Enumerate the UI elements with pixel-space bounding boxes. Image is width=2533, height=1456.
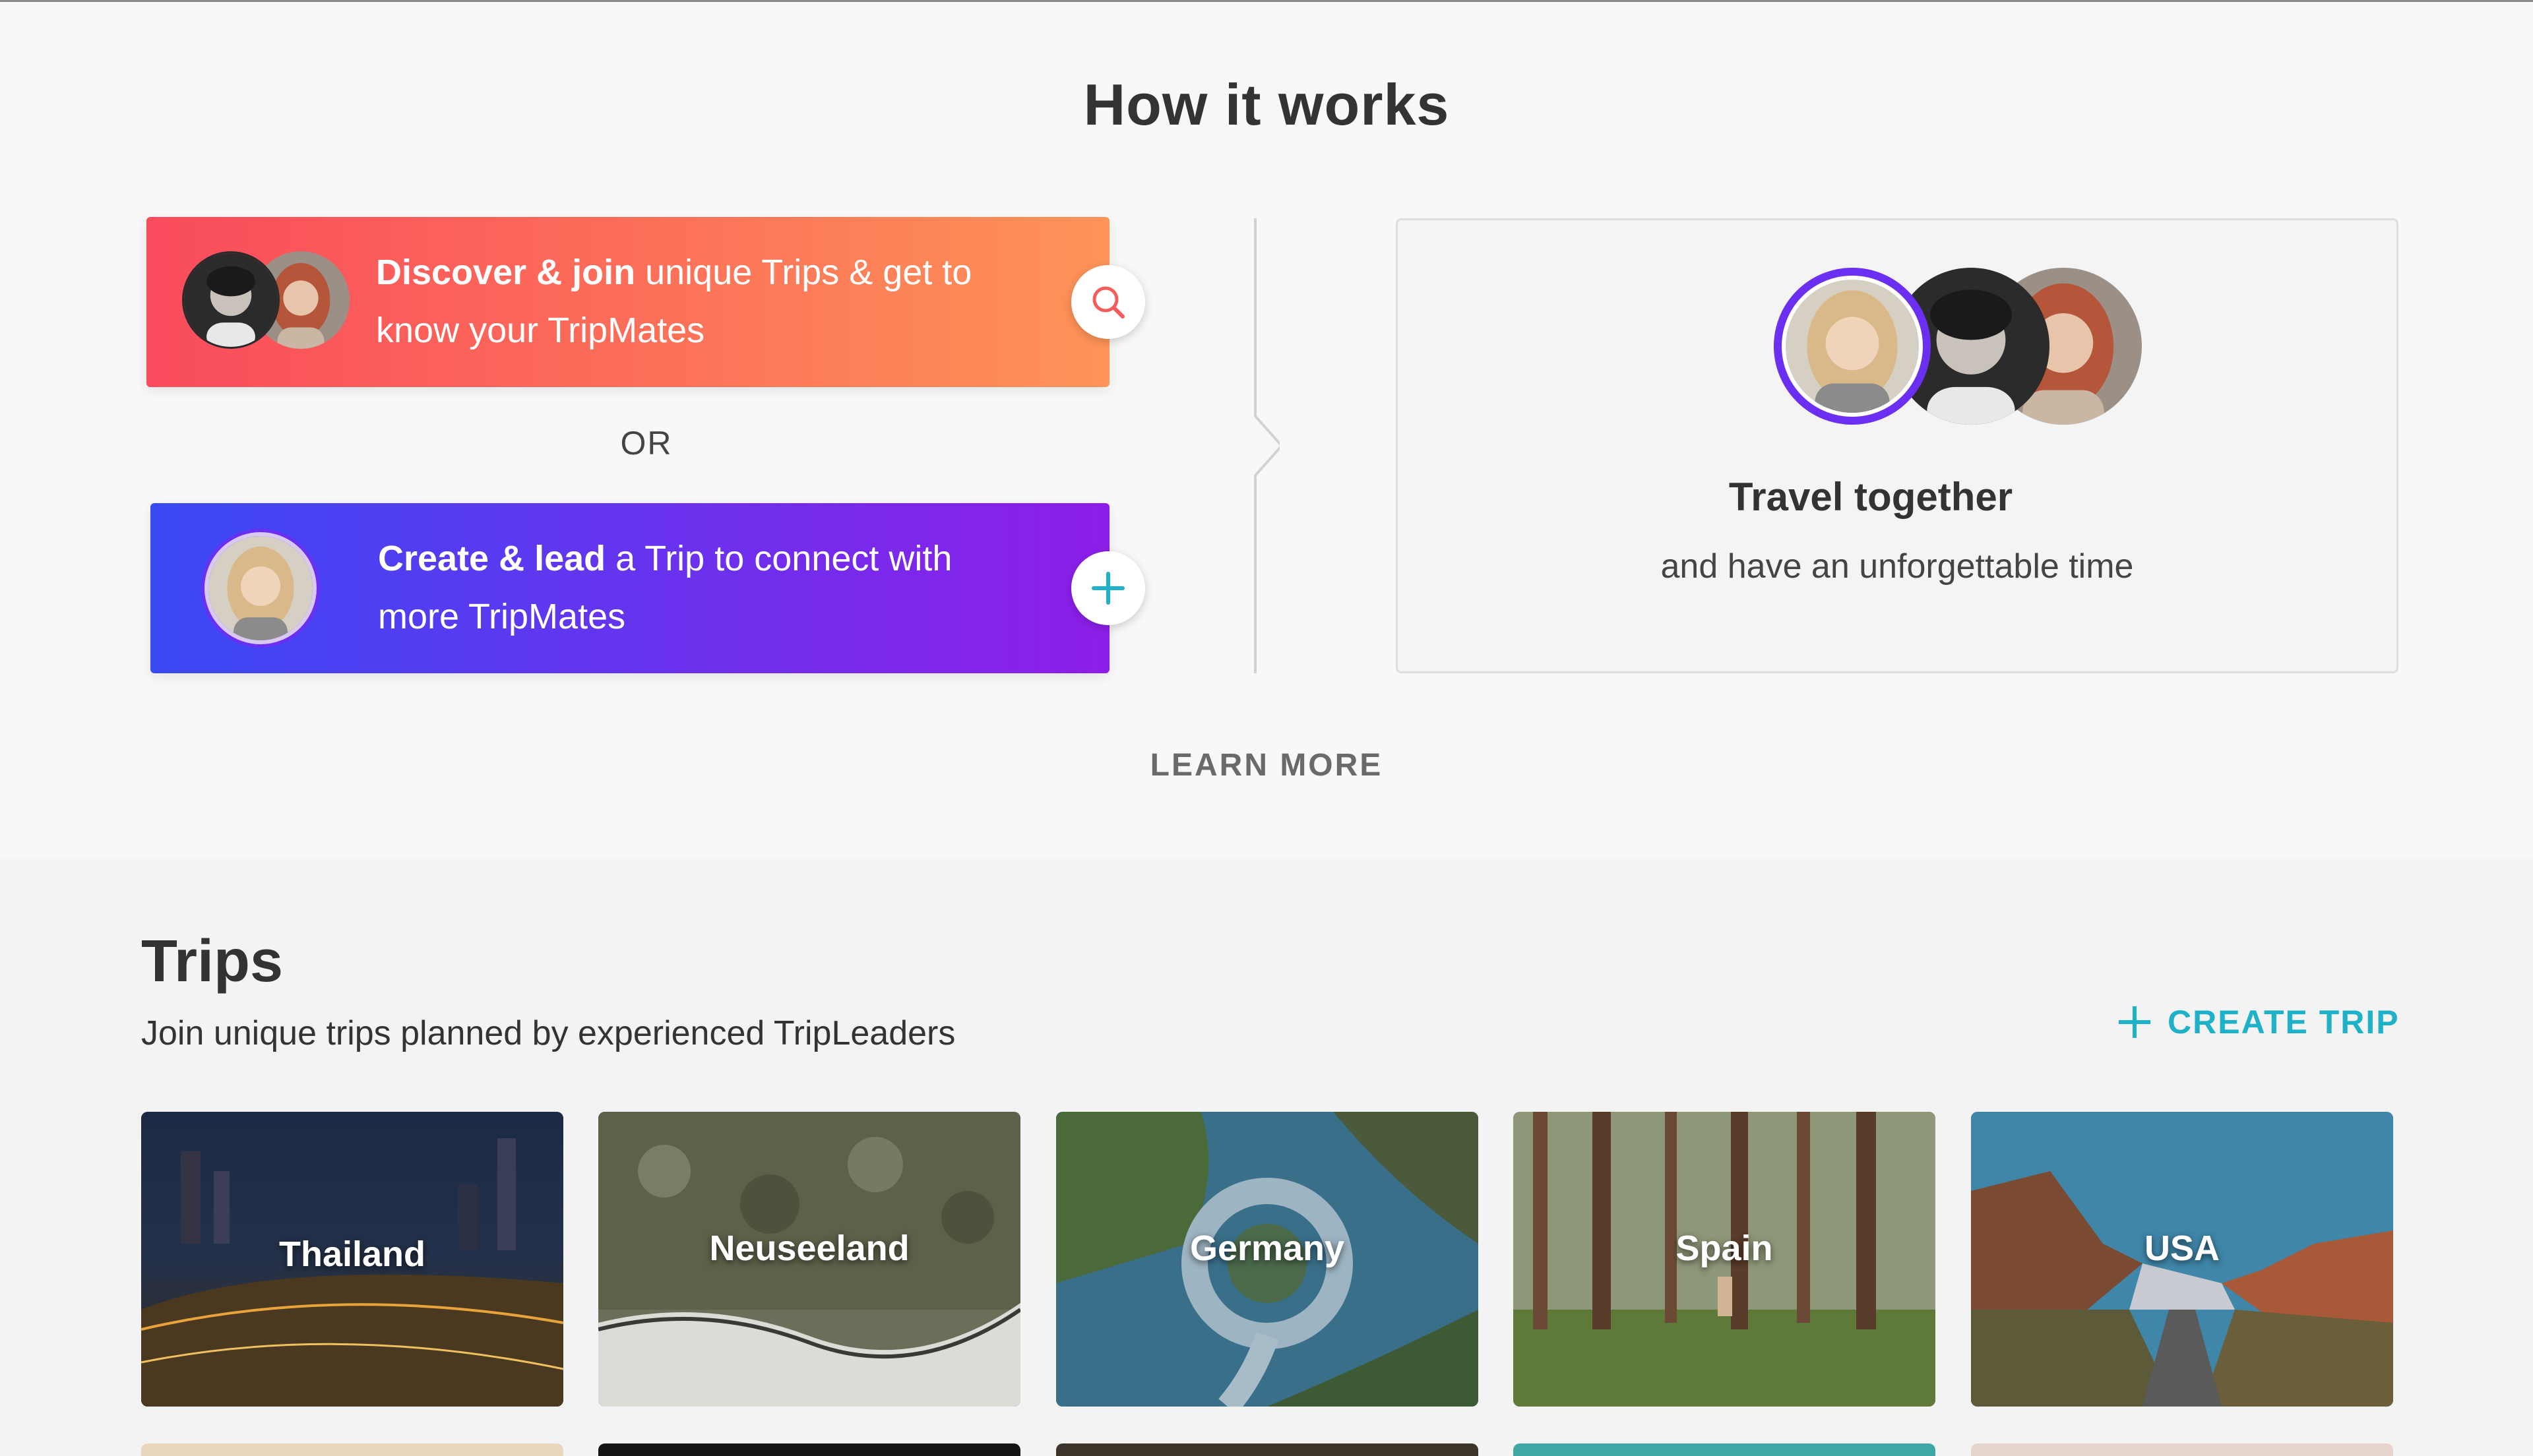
search-icon: [1092, 286, 1125, 318]
trip-card-usa[interactable]: USA: [1971, 1112, 2393, 1407]
avatar-blonde-woman-large: [1774, 268, 1931, 425]
trip-card-label: Neuseeland: [709, 1228, 910, 1268]
create-lead-card[interactable]: Create & lead a Trip to connect with mor…: [150, 503, 1145, 673]
trip-card-partial[interactable]: [1971, 1443, 2393, 1456]
trip-card-partial[interactable]: [141, 1443, 563, 1456]
trip-card-partial[interactable]: [1056, 1443, 1478, 1456]
trip-card-thailand[interactable]: Thailand: [141, 1112, 563, 1407]
trips-section: Trips Join unique trips planned by exper…: [0, 859, 2533, 1456]
avatar-man: [182, 251, 280, 349]
travel-together-subtitle: and have an unforgettable time: [1660, 547, 2134, 586]
discover-join-card[interactable]: Discover & join unique Trips & get to kn…: [146, 217, 1145, 387]
avatar-blonde-woman: [204, 532, 317, 644]
trip-card-label: Germany: [1189, 1228, 1345, 1268]
create-card-text: Create & lead a Trip to connect with mor…: [378, 539, 953, 636]
trip-card-partial[interactable]: [598, 1443, 1020, 1456]
or-separator: OR: [620, 425, 673, 462]
trip-card-partial[interactable]: [1513, 1443, 1935, 1456]
create-plus-button[interactable]: [1071, 551, 1145, 625]
plus-icon: [2119, 1006, 2150, 1038]
discover-card-text: Discover & join unique Trips & get to kn…: [376, 253, 972, 350]
plus-icon: [1092, 572, 1125, 605]
travel-together-box: Travel together and have an unforgettabl…: [1396, 218, 2398, 673]
trip-card-label: Thailand: [278, 1234, 425, 1274]
arrow-divider: [1254, 218, 1280, 673]
how-it-works-section: How it works Discover & join unique Trip…: [0, 2, 2533, 859]
trip-card-label: Spain: [1675, 1228, 1773, 1268]
trip-card-germany[interactable]: Germany: [1056, 1112, 1478, 1407]
trip-card-neuseeland[interactable]: Neuseeland: [598, 1112, 1020, 1407]
trip-card-spain[interactable]: Spain: [1513, 1112, 1935, 1407]
discover-search-button[interactable]: [1071, 265, 1145, 339]
trips-title: Trips: [141, 928, 284, 994]
create-trip-label: CREATE TRIP: [2168, 1004, 2400, 1041]
trips-subtitle: Join unique trips planned by experienced…: [141, 1014, 956, 1052]
how-it-works-title: How it works: [1083, 72, 1450, 137]
create-trip-button[interactable]: CREATE TRIP: [2116, 999, 2400, 1045]
trip-card-label: USA: [2144, 1228, 2220, 1268]
travel-together-title: Travel together: [1728, 475, 2013, 519]
learn-more-link[interactable]: LEARN MORE: [0, 747, 2533, 783]
